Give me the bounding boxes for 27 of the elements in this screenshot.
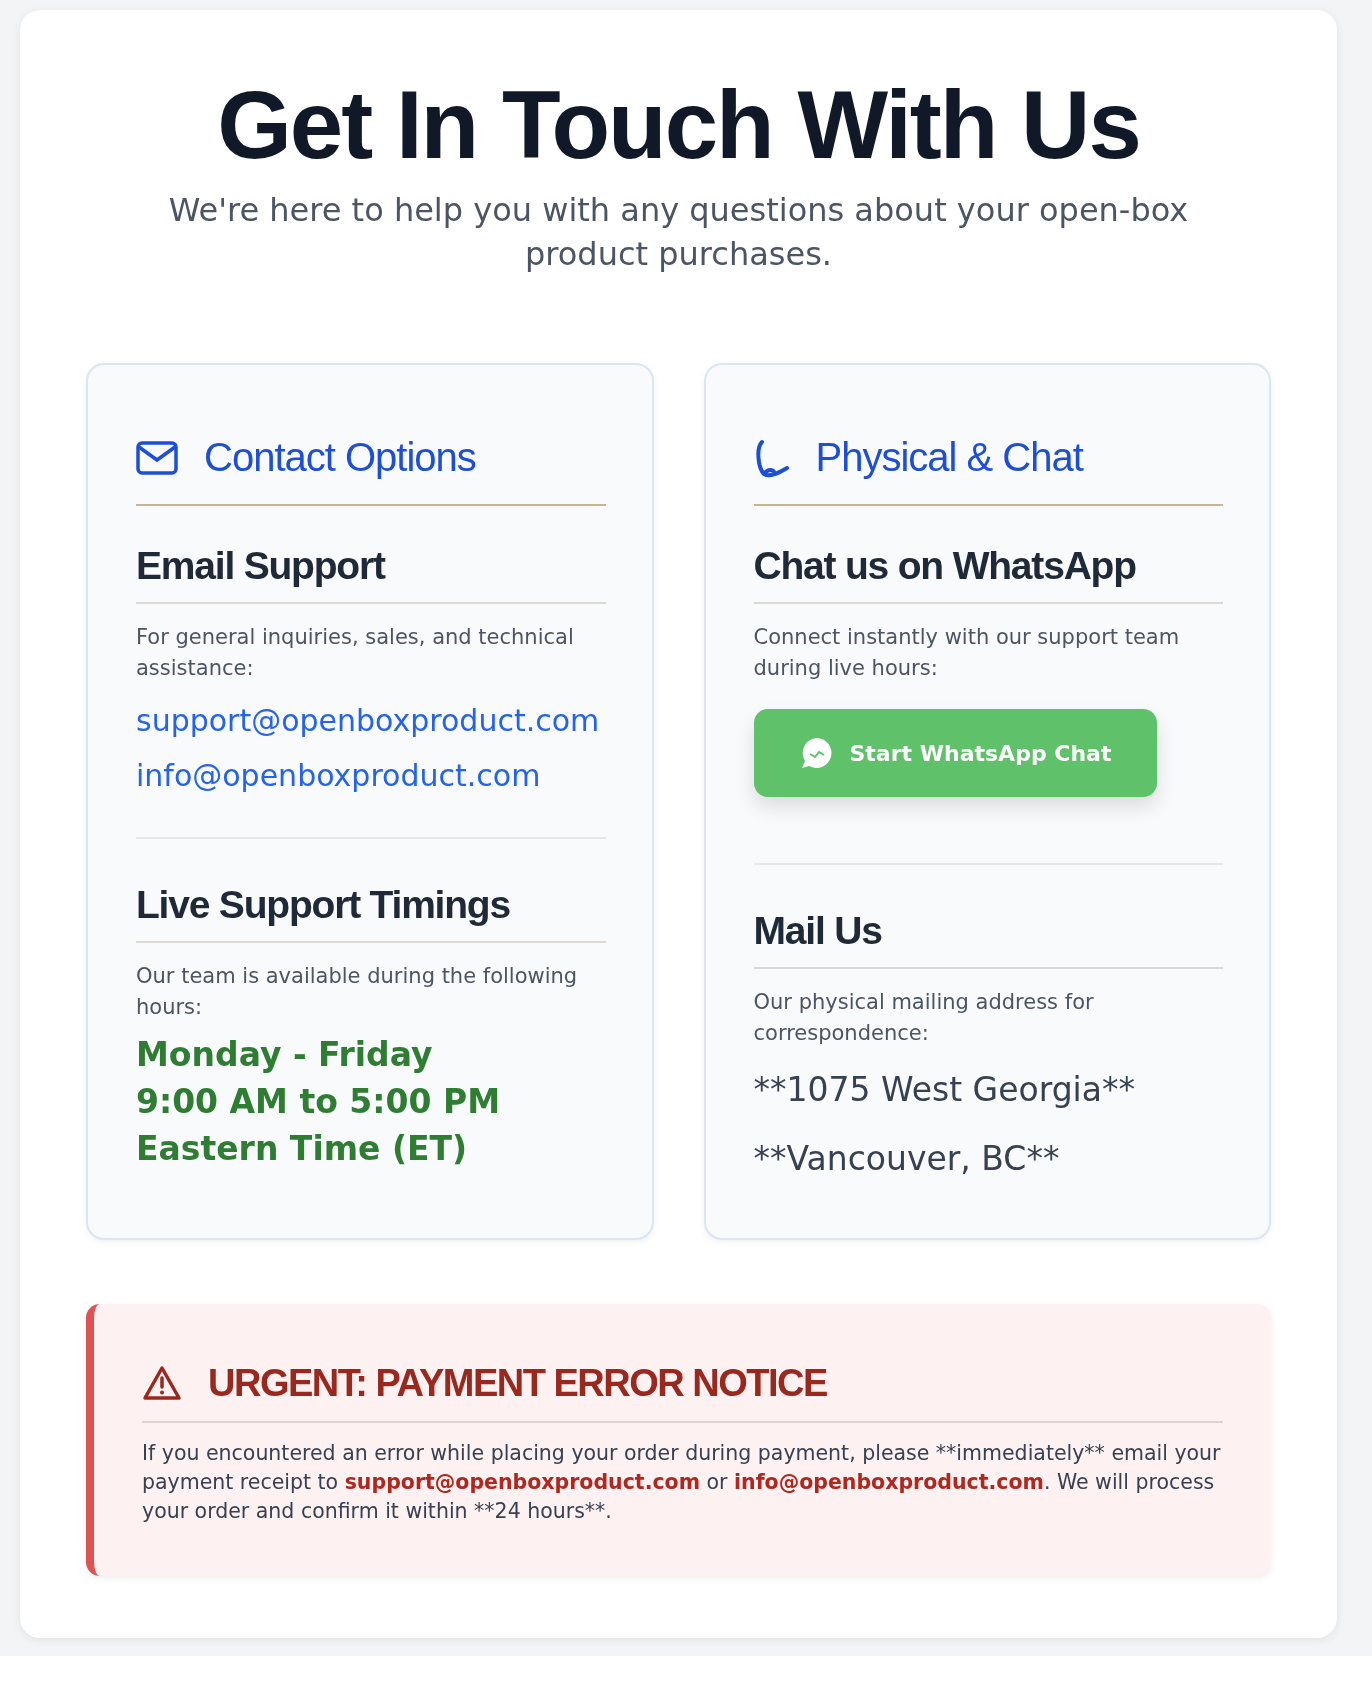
section-description: For general inquiries, sales, and technical assistance: [136, 624, 575, 682]
section-heading: Chat us on WhatsApp [753, 544, 1223, 605]
email-link[interactable]: info@openboxproduct.com [734, 1469, 1044, 1494]
card-title: Physical & Chat [815, 435, 1083, 481]
page-subtitle: We're here to help you with any questions about your open-box product purchases. [167, 189, 1190, 276]
email-link[interactable]: support@openboxproduct.com [136, 703, 606, 739]
email-link[interactable]: support@openboxproduct.com [344, 1469, 701, 1494]
hours-text: Eastern Time (ET) [136, 1127, 469, 1170]
hours-text: Monday - Friday [136, 1033, 434, 1076]
section-description: Our team is available during the following hours: [136, 963, 579, 1021]
notice-text: If you encountered an error while placing your order during payment, please **immediately** email your payment receipt to support@openboxproduct.com or info@openboxproduct.com. We will process your order and confirm it within **24 hours**. [142, 1439, 1222, 1525]
address-line: **Vancouver, BC** [753, 1137, 1061, 1180]
warning-icon [142, 1365, 182, 1402]
card-title: Contact Options [204, 435, 476, 481]
section-heading: Live Support Timings [136, 883, 606, 944]
section-heading: Email Support [136, 544, 606, 605]
address-line: **1075 West Georgia** [753, 1068, 1136, 1111]
email-link[interactable]: info@openboxproduct.com [136, 758, 606, 794]
phone-icon [753, 437, 790, 478]
notice-title: URGENT: PAYMENT ERROR NOTICE [208, 1361, 827, 1405]
section-description: Connect instantly with our support team during live hours: [753, 624, 1181, 682]
page-title: Get In Touch With Us [216, 72, 1141, 178]
section-description: Our physical mailing address for correspondence: [753, 989, 1095, 1047]
mail-icon [136, 440, 178, 475]
hours-text: 9:00 AM to 5:00 PM [136, 1080, 501, 1123]
chat-bubble-icon [799, 736, 834, 771]
section-heading: Mail Us [753, 909, 1223, 970]
